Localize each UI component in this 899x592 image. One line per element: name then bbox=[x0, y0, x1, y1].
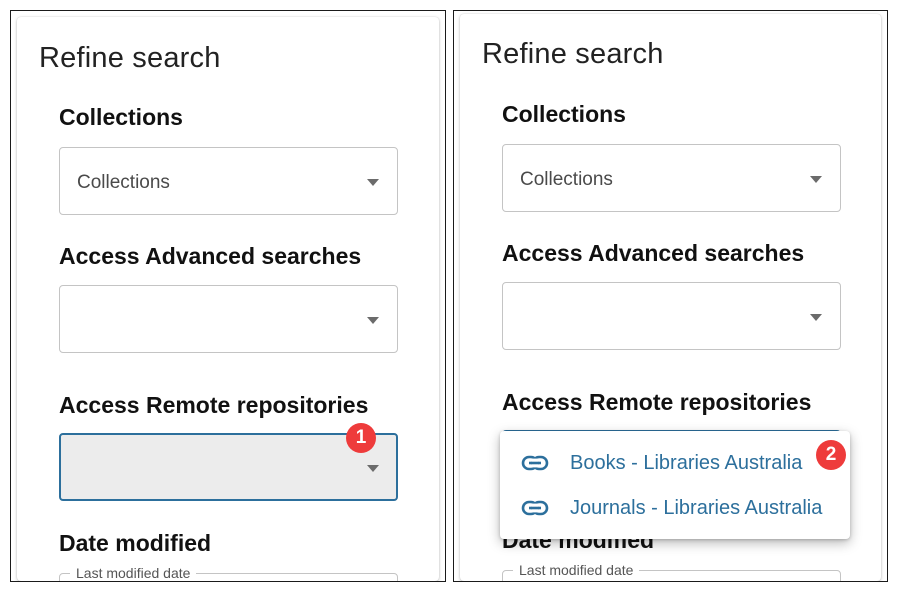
chevron-down-icon bbox=[367, 465, 379, 472]
last-modified-date-legend: Last modified date bbox=[513, 562, 640, 578]
link-icon bbox=[520, 451, 550, 480]
menu-item-books-libraries-australia[interactable]: Books - Libraries Australia bbox=[500, 441, 850, 485]
collections-label: Collections bbox=[59, 104, 183, 130]
menu-item-label: Journals - Libraries Australia bbox=[570, 497, 823, 519]
chevron-down-icon bbox=[367, 179, 379, 186]
chevron-down-icon bbox=[810, 176, 822, 183]
advanced-searches-select[interactable] bbox=[502, 282, 841, 350]
last-modified-date-field[interactable]: Last modified date bbox=[59, 565, 398, 581]
advanced-searches-label: Access Advanced searches bbox=[502, 240, 805, 266]
chevron-down-icon bbox=[367, 317, 379, 324]
date-modified-label: Date modified bbox=[59, 530, 212, 556]
refine-search-card: Refine search Collections Collections Ac… bbox=[17, 17, 439, 581]
menu-item-journals-libraries-australia[interactable]: Journals - Libraries Australia bbox=[500, 486, 850, 530]
refine-search-title: Refine search bbox=[482, 38, 664, 70]
step-badge-1: 1 bbox=[346, 423, 376, 453]
collections-select[interactable]: Collections bbox=[502, 144, 841, 212]
collections-select-value: Collections bbox=[520, 169, 613, 190]
last-modified-date-field[interactable]: Last modified date bbox=[502, 562, 841, 581]
remote-repositories-label: Access Remote repositories bbox=[59, 392, 369, 418]
refine-search-title: Refine search bbox=[39, 42, 221, 74]
step-badge-2: 2 bbox=[816, 440, 846, 470]
advanced-searches-label: Access Advanced searches bbox=[59, 243, 362, 269]
menu-item-label: Books - Libraries Australia bbox=[570, 452, 803, 474]
advanced-searches-select[interactable] bbox=[59, 285, 398, 353]
collections-select[interactable]: Collections bbox=[59, 147, 398, 215]
remote-repositories-dropdown-menu: Books - Libraries Australia Journals - L… bbox=[500, 431, 850, 539]
left-screenshot-panel: Refine search Collections Collections Ac… bbox=[10, 10, 446, 582]
chevron-down-icon bbox=[810, 314, 822, 321]
remote-repositories-label: Access Remote repositories bbox=[502, 389, 812, 415]
collections-select-value: Collections bbox=[77, 172, 170, 193]
last-modified-date-legend: Last modified date bbox=[70, 565, 197, 581]
collections-label: Collections bbox=[502, 101, 626, 127]
link-icon bbox=[520, 496, 550, 525]
